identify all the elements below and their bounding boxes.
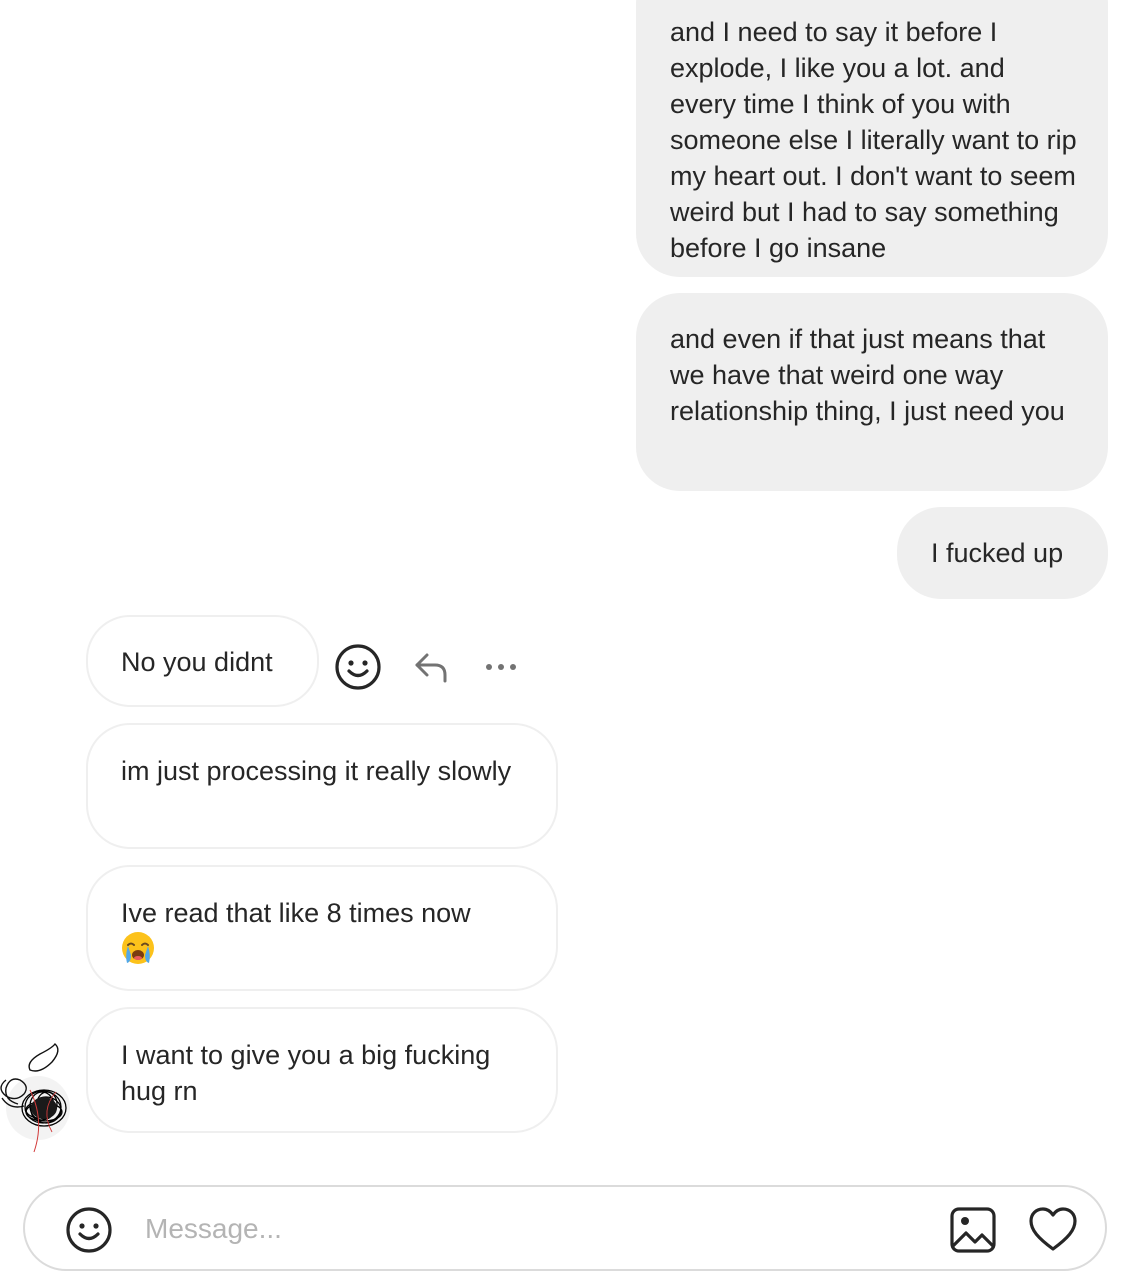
- message-text: and I need to say it before I explode, I…: [670, 17, 1077, 263]
- message-bubble-received[interactable]: Ive read that like 8 times now: [86, 865, 558, 991]
- message-text: I fucked up: [931, 538, 1064, 568]
- emoji-icon[interactable]: [65, 1206, 113, 1254]
- loudly-crying-face-emoji: [121, 931, 155, 965]
- message-text: and even if that just means that we have…: [670, 324, 1065, 426]
- message-hover-actions: [333, 641, 533, 693]
- message-text: I want to give you a big fucking hug rn: [121, 1040, 491, 1106]
- message-composer: [23, 1185, 1107, 1271]
- message-bubble-received[interactable]: No you didnt: [86, 615, 319, 707]
- message-bubble-received[interactable]: im just processing it really slowly: [86, 723, 558, 849]
- reply-icon[interactable]: [411, 641, 451, 693]
- message-bubble-received[interactable]: I want to give you a big fucking hug rn: [86, 1007, 558, 1133]
- message-bubble-sent[interactable]: and I need to say it before I explode, I…: [636, 0, 1108, 277]
- message-bubble-sent[interactable]: and even if that just means that we have…: [636, 293, 1108, 491]
- message-text: No you didnt: [121, 647, 273, 677]
- image-icon[interactable]: [949, 1206, 997, 1254]
- emoji-react-icon[interactable]: [333, 641, 383, 693]
- avatar[interactable]: [0, 1040, 76, 1154]
- more-options-icon[interactable]: [481, 641, 521, 693]
- message-input[interactable]: [145, 1205, 905, 1253]
- heart-icon[interactable]: [1028, 1206, 1078, 1254]
- message-bubble-sent[interactable]: I fucked up: [897, 507, 1108, 599]
- message-text: im just processing it really slowly: [121, 756, 512, 786]
- message-text: Ive read that like 8 times now: [121, 898, 471, 928]
